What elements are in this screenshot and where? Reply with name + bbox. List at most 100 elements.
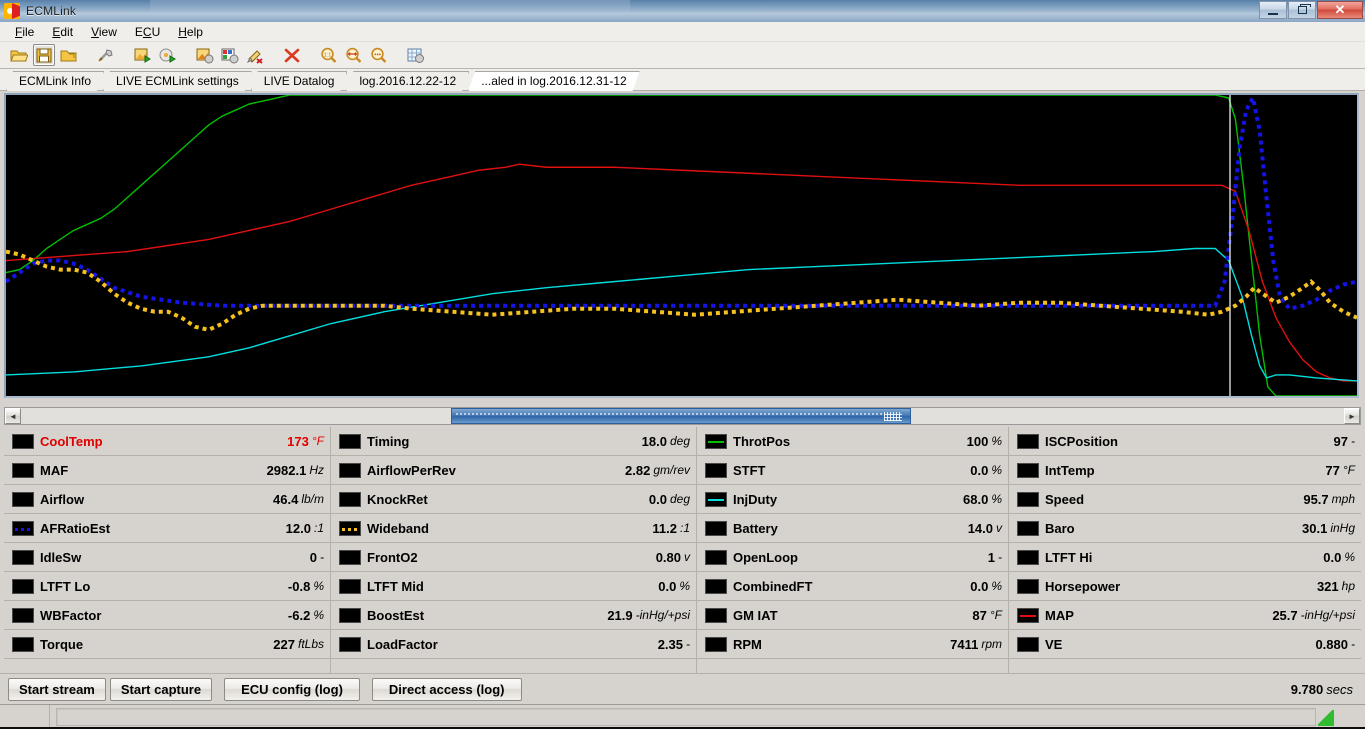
tab-live-datalog[interactable]: LIVE Datalog	[251, 71, 348, 91]
parameter-name: InjDuty	[733, 491, 778, 507]
parameter-row[interactable]: LTFT Lo -0.8%	[4, 572, 330, 601]
parameter-row[interactable]: FrontO2 0.80 v	[331, 543, 696, 572]
menu-edit[interactable]: Edit	[43, 23, 82, 41]
parameter-row[interactable]: Airflow 46.4 lb/m	[4, 485, 330, 514]
tools-wrench-icon[interactable]	[95, 44, 117, 66]
parameter-row[interactable]: MAF 2982.1 Hz	[4, 456, 330, 485]
parameter-unit: :1	[313, 521, 324, 535]
zoom-one-to-one-icon[interactable]: 1:1	[318, 44, 340, 66]
parameter-row[interactable]: Speed 95.7 mph	[1009, 485, 1361, 514]
parameter-row[interactable]: KnockRet 0.0 deg	[331, 485, 696, 514]
parameter-row[interactable]: ISCPosition 97-	[1009, 427, 1361, 456]
parameter-row[interactable]: MAP 25.7 -inHg/+psi	[1009, 601, 1361, 630]
parameter-row[interactable]: AirflowPerRev 2.82 gm/rev	[331, 456, 696, 485]
start-stream-button[interactable]: Start stream	[8, 677, 106, 701]
start-capture-button[interactable]: Start capture	[109, 677, 213, 701]
parameter-row[interactable]: Torque 227 ftLbs	[4, 630, 330, 659]
clear-markers-icon[interactable]	[244, 44, 266, 66]
parameter-row[interactable]: RPM 7411 rpm	[697, 630, 1008, 659]
parameter-row[interactable]: LoadFactor 2.35-	[331, 630, 696, 659]
parameter-name: CombinedFT	[733, 578, 813, 594]
parameter-row[interactable]: AFRatioEst 12.0:1	[4, 514, 330, 543]
scroll-right-arrow-icon[interactable]: ►	[1344, 408, 1360, 424]
tab-log-2016-12-31[interactable]: ...aled in log.2016.12.31-12	[468, 71, 639, 91]
parameter-value: 97	[1333, 433, 1348, 449]
chart-panel	[0, 91, 1365, 405]
chart-export-icon[interactable]	[405, 44, 427, 66]
parameter-row[interactable]: GM IAT 87 °F	[697, 601, 1008, 630]
scrollbar-thumb[interactable]	[450, 408, 912, 424]
series-color-swatch	[339, 520, 361, 536]
open-recent-folder-icon[interactable]	[58, 44, 80, 66]
parameter-row[interactable]: CoolTemp 173 °F	[4, 427, 330, 456]
series-color-swatch	[1017, 636, 1039, 652]
parameter-row[interactable]: LTFT Mid 0.0%	[331, 572, 696, 601]
zoom-region-icon[interactable]	[368, 44, 390, 66]
parameter-unit: %	[313, 579, 324, 593]
load-log-play-icon[interactable]	[132, 44, 154, 66]
maximize-button[interactable]	[1288, 1, 1316, 19]
parameter-unit: -	[1351, 637, 1355, 651]
elapsed-time-value: 9.780	[1290, 681, 1324, 697]
record-disc-play-icon[interactable]	[157, 44, 179, 66]
series-color-swatch	[339, 549, 361, 565]
parameter-row[interactable]: InjDuty 68.0%	[697, 485, 1008, 514]
parameter-row[interactable]: IdleSw 0-	[4, 543, 330, 572]
parameter-value: 21.9	[607, 607, 633, 623]
parameter-row[interactable]: CombinedFT 0.0%	[697, 572, 1008, 601]
parameter-row[interactable]: BoostEst 21.9 -inHg/+psi	[331, 601, 696, 630]
chart-settings-icon[interactable]	[194, 44, 216, 66]
series-color-swatch	[12, 549, 34, 565]
save-disk-icon[interactable]	[33, 44, 55, 66]
datalog-chart[interactable]	[4, 93, 1359, 398]
parameter-row[interactable]: IntTemp 77 °F	[1009, 456, 1361, 485]
parameter-row[interactable]: Battery 14.0 v	[697, 514, 1008, 543]
parameter-name: Airflow	[40, 491, 85, 507]
scroll-left-arrow-icon[interactable]: ◄	[5, 408, 21, 424]
window-title: ECMLink	[26, 4, 77, 18]
parameter-unit: -	[686, 637, 690, 651]
parameter-name: VE	[1045, 636, 1063, 652]
parameter-name: STFT	[733, 462, 766, 478]
tab-log-2016-12-22[interactable]: log.2016.12.22-12	[346, 71, 469, 91]
close-button[interactable]: ✕	[1317, 1, 1363, 19]
parameter-value: 87	[972, 607, 987, 623]
parameter-name: MAF	[40, 462, 69, 478]
parameter-row[interactable]: Wideband 11.2:1	[331, 514, 696, 543]
zoom-fit-width-icon[interactable]	[343, 44, 365, 66]
direct-access-button[interactable]: Direct access (log)	[371, 677, 522, 701]
parameter-row[interactable]: OpenLoop 1-	[697, 543, 1008, 572]
ecmlink-window: ECMLink ✕ File Edit View ECU Help 1:1 EC…	[0, 0, 1365, 729]
menu-ecu[interactable]: ECU	[126, 23, 169, 41]
parameter-row[interactable]: Timing 18.0 deg	[331, 427, 696, 456]
parameter-unit: hp	[1341, 579, 1355, 593]
parameter-row[interactable]: Horsepower 321 hp	[1009, 572, 1361, 601]
series-color-swatch	[12, 636, 34, 652]
parameter-row[interactable]: Baro 30.1 inHg	[1009, 514, 1361, 543]
close-x-icon[interactable]	[281, 44, 303, 66]
minimize-button[interactable]	[1259, 1, 1287, 19]
ecu-config-button[interactable]: ECU config (log)	[224, 677, 360, 701]
parameter-row[interactable]: VE 0.880-	[1009, 630, 1361, 659]
menu-help[interactable]: Help	[169, 23, 212, 41]
parameter-row[interactable]: WBFactor -6.2%	[4, 601, 330, 630]
parameter-unit: deg	[669, 434, 690, 448]
resize-grip-icon[interactable]	[1318, 710, 1334, 726]
tab-ecmlink-info[interactable]: ECMLink Info	[6, 71, 104, 91]
parameter-name: FrontO2	[367, 549, 418, 565]
menu-view[interactable]: View	[82, 23, 126, 41]
tab-live-ecmlink-settings[interactable]: LIVE ECMLink settings	[103, 71, 252, 91]
series-color-swatch	[705, 578, 727, 594]
parameter-row[interactable]: ThrotPos 100%	[697, 427, 1008, 456]
parameter-name: LTFT Hi	[1045, 549, 1093, 565]
parameter-unit: -inHg/+psi	[1300, 608, 1355, 622]
chart-horizontal-scrollbar[interactable]: ◄ ►	[4, 407, 1361, 425]
scrollbar-track[interactable]	[21, 408, 1344, 424]
menu-file[interactable]: File	[6, 23, 43, 41]
open-folder-icon[interactable]	[8, 44, 30, 66]
grid-settings-icon[interactable]	[219, 44, 241, 66]
parameter-row[interactable]: LTFT Hi 0.0%	[1009, 543, 1361, 572]
chart-series-afratioest	[6, 98, 1357, 309]
series-color-swatch	[339, 607, 361, 623]
parameter-row[interactable]: STFT 0.0%	[697, 456, 1008, 485]
